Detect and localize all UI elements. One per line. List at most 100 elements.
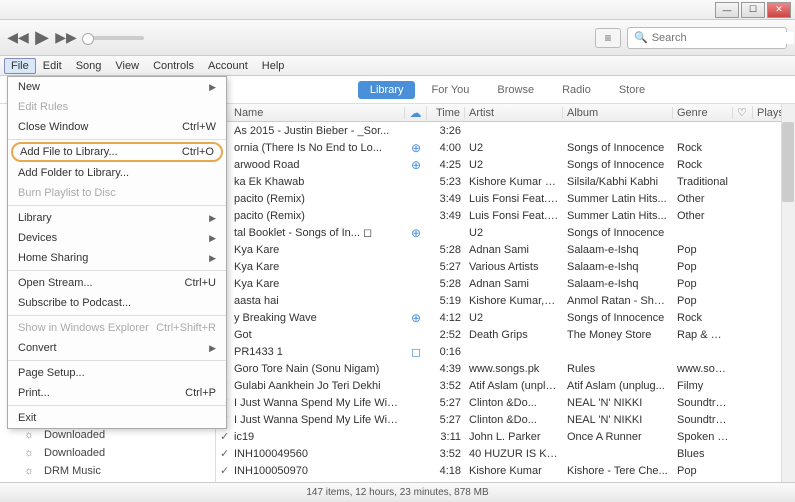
file-menu: New▶ Edit Rules Close WindowCtrl+W Add File… — [7, 76, 227, 429]
col-genre[interactable]: Genre — [673, 107, 733, 119]
col-artist[interactable]: Artist — [465, 107, 563, 119]
scrollbar[interactable] — [781, 104, 795, 482]
track-row[interactable]: Kya Kare5:28Adnan SamiSalaam-e-IshqPop — [216, 241, 795, 258]
menu-item-convert[interactable]: Convert ▶ — [8, 338, 226, 358]
col-name[interactable]: Name — [230, 107, 405, 119]
submenu-arrow-icon: ▶ — [209, 253, 216, 264]
scroll-thumb[interactable] — [782, 122, 794, 202]
minimize-button[interactable]: — — [715, 2, 739, 18]
menu-item-add-file-to-library-[interactable]: Add File to Library... Ctrl+O — [11, 142, 223, 162]
menu-item-label: Add File to Library... — [20, 146, 118, 158]
menu-item-library[interactable]: Library ▶ — [8, 208, 226, 228]
menu-item-label: Print... — [18, 387, 50, 399]
track-row[interactable]: Kya Kare5:28Adnan SamiSalaam-e-IshqPop — [216, 275, 795, 292]
menu-item-label: Page Setup... — [18, 367, 85, 379]
menubar: FileEditSongViewControlsAccountHelp — [0, 56, 795, 76]
track-row[interactable]: ✓ic193:11John L. ParkerOnce A RunnerSpok… — [216, 428, 795, 445]
submenu-arrow-icon: ▶ — [209, 213, 216, 224]
tab-library[interactable]: Library — [358, 81, 416, 99]
track-row[interactable]: PR1433 1◻0:16 — [216, 343, 795, 360]
submenu-arrow-icon: ▶ — [209, 233, 216, 244]
menu-item-close-window[interactable]: Close WindowCtrl+W — [8, 117, 226, 137]
volume-slider[interactable] — [84, 36, 144, 40]
menu-item-label: Show in Windows Explorer — [18, 322, 149, 334]
track-row[interactable]: pacito (Remix)3:49Luis Fonsi Feat. Da...… — [216, 190, 795, 207]
tab-radio[interactable]: Radio — [550, 81, 603, 99]
menu-shortcut: Ctrl+O — [182, 146, 214, 158]
menu-item-show-in-windows-explorer: Show in Windows ExplorerCtrl+Shift+R — [8, 318, 226, 338]
menu-account[interactable]: Account — [201, 58, 255, 74]
track-row[interactable]: aasta hai5:19Kishore Kumar,San...Anmol R… — [216, 292, 795, 309]
menu-item-subscribe-to-podcast-[interactable]: Subscribe to Podcast... — [8, 293, 226, 313]
sidebar-item[interactable]: ☼ DRM Music — [0, 462, 215, 480]
status-bar: 147 items, 12 hours, 23 minutes, 878 MB — [0, 482, 795, 502]
track-row[interactable]: y Breaking Wave⊕4:12U2Songs of Innocence… — [216, 309, 795, 326]
menu-file[interactable]: File — [4, 58, 36, 74]
track-row[interactable]: ornia (There Is No End to Lo...⊕4:00U2So… — [216, 139, 795, 156]
col-plays[interactable]: Plays — [753, 107, 783, 119]
tab-foryou[interactable]: For You — [419, 81, 481, 99]
menu-item-label: Add Folder to Library... — [18, 167, 129, 179]
menu-edit[interactable]: Edit — [36, 58, 69, 74]
submenu-arrow-icon: ▶ — [209, 343, 216, 354]
play-button[interactable]: ▶ — [32, 28, 52, 48]
menu-item-print-[interactable]: Print...Ctrl+P — [8, 383, 226, 403]
track-row[interactable]: Got2:52Death GripsThe Money StoreRap & H… — [216, 326, 795, 343]
menu-item-exit[interactable]: Exit — [8, 408, 226, 428]
playlist-icon: ☼ — [24, 429, 38, 441]
menu-item-label: Convert — [18, 342, 57, 354]
track-row[interactable]: Kya Kare5:27Various ArtistsSalaam-e-Ishq… — [216, 258, 795, 275]
track-row[interactable]: ✓Goro Tore Nain (Sonu Nigam)4:39www.song… — [216, 360, 795, 377]
col-time[interactable]: Time — [427, 107, 465, 119]
menu-controls[interactable]: Controls — [146, 58, 201, 74]
menu-song[interactable]: Song — [69, 58, 109, 74]
menu-item-label: Library — [18, 212, 52, 224]
menu-item-label: Exit — [18, 412, 36, 424]
col-heart[interactable]: ♡ — [733, 106, 753, 119]
next-button[interactable]: ▶▶ — [56, 28, 76, 48]
search-input[interactable] — [652, 32, 794, 44]
menu-item-devices[interactable]: Devices▶ — [8, 228, 226, 248]
list-view-button[interactable]: ≡ — [595, 28, 621, 48]
maximize-button[interactable]: ☐ — [741, 2, 765, 18]
track-row[interactable]: tal Booklet - Songs of In... ◻⊕U2Songs o… — [216, 224, 795, 241]
menu-item-add-folder-to-library-[interactable]: Add Folder to Library... — [8, 163, 226, 183]
col-cloud[interactable]: ☁ — [405, 106, 427, 120]
track-row[interactable]: arwood Road⊕4:25U2Songs of InnocenceRock — [216, 156, 795, 173]
tab-browse[interactable]: Browse — [485, 81, 546, 99]
track-row[interactable]: ✓INH1000509704:18Kishore KumarKishore - … — [216, 462, 795, 479]
search-box[interactable]: 🔍 — [627, 27, 787, 49]
track-row[interactable]: ✓I Just Wanna Spend My Life With...5:27C… — [216, 394, 795, 411]
menu-help[interactable]: Help — [255, 58, 292, 74]
menu-item-new[interactable]: New▶ — [8, 77, 226, 97]
menu-item-page-setup-[interactable]: Page Setup... — [8, 363, 226, 383]
track-list: Name ☁ Time Artist Album Genre ♡ Plays A… — [216, 104, 795, 482]
menu-item-open-stream-[interactable]: Open Stream...Ctrl+U — [8, 273, 226, 293]
menu-item-home-sharing[interactable]: Home Sharing ▶ — [8, 248, 226, 268]
playlist-icon: ☼ — [24, 465, 38, 477]
sidebar-item-label: DRM Music — [44, 465, 101, 477]
close-button[interactable]: ✕ — [767, 2, 791, 18]
menu-view[interactable]: View — [108, 58, 146, 74]
menu-item-label: Home Sharing — [18, 252, 88, 264]
track-row[interactable]: ✓Gulabi Aankhein Jo Teri Dekhi3:52Atif A… — [216, 377, 795, 394]
menu-shortcut: Ctrl+W — [182, 121, 216, 133]
sidebar-item[interactable]: ☼Downloaded — [0, 444, 215, 462]
track-row[interactable]: pacito (Remix)3:49Luis Fonsi Feat. Da...… — [216, 207, 795, 224]
tab-store[interactable]: Store — [607, 81, 657, 99]
submenu-arrow-icon: ▶ — [209, 82, 216, 93]
track-row[interactable]: As 2015 - Justin Bieber - _Sor...3:26 — [216, 122, 795, 139]
sidebar-item-label: Downloaded — [44, 447, 105, 459]
previous-button[interactable]: ◀◀ — [8, 28, 28, 48]
sidebar-item-label: Downloaded — [44, 429, 105, 441]
track-row[interactable]: ka Ek Khawab5:23Kishore Kumar & L...Sils… — [216, 173, 795, 190]
search-icon: 🔍 — [634, 31, 648, 44]
track-row[interactable]: ✓INH1000495603:5240 HUZUR IS KADARBlues — [216, 445, 795, 462]
menu-item-label: Burn Playlist to Disc — [18, 187, 116, 199]
track-row[interactable]: ✓I Just Wanna Spend My Life With...5:27C… — [216, 411, 795, 428]
titlebar: — ☐ ✕ — [0, 0, 795, 20]
col-album[interactable]: Album — [563, 107, 673, 119]
menu-item-label: Edit Rules — [18, 101, 68, 113]
column-headers: Name ☁ Time Artist Album Genre ♡ Plays — [216, 104, 795, 122]
menu-shortcut: Ctrl+U — [185, 277, 216, 289]
